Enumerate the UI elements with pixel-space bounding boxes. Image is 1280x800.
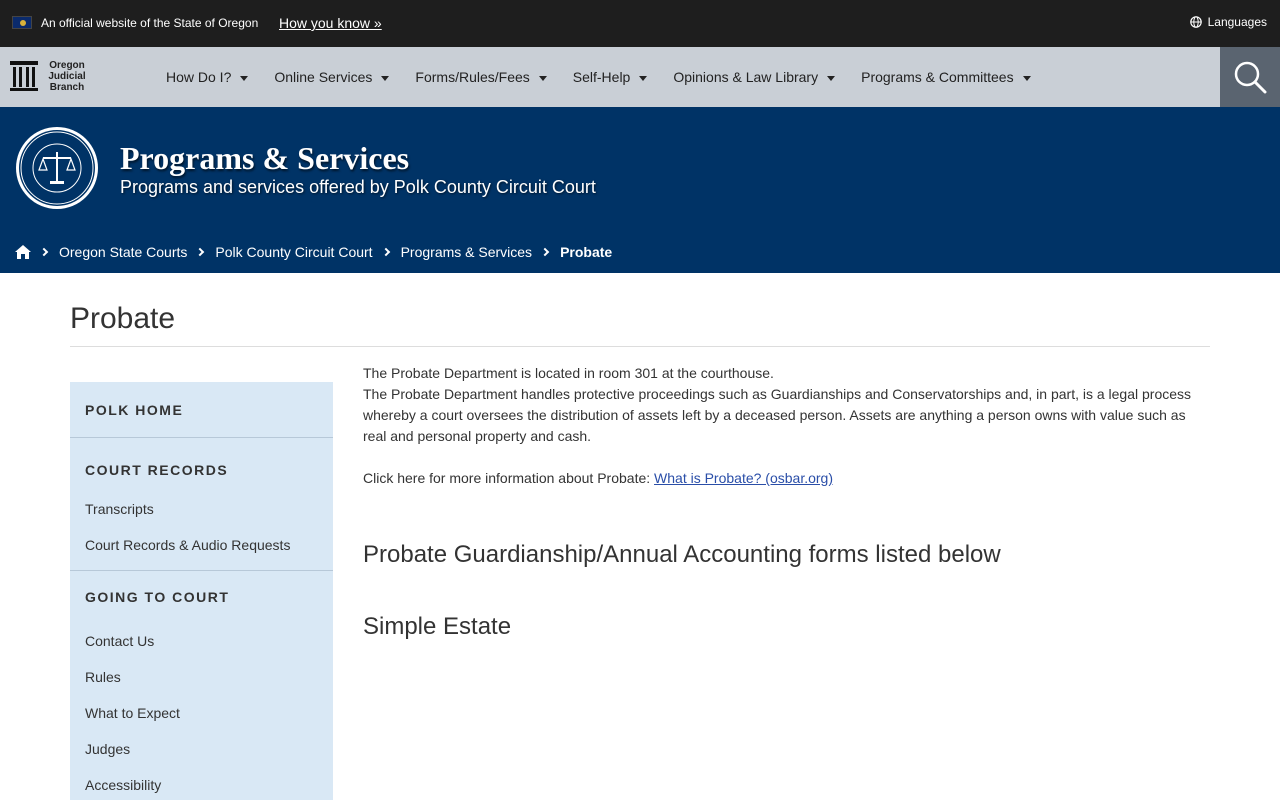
nav-item-online-services[interactable]: Online Services xyxy=(274,69,390,85)
more-info-paragraph: Click here for more information about Pr… xyxy=(363,468,1210,489)
what-is-probate-link[interactable]: What is Probate? (osbar.org) xyxy=(654,470,833,486)
ojd-logo[interactable]: Oregon Judicial Branch xyxy=(9,59,89,93)
search-button[interactable] xyxy=(1220,47,1280,107)
forms-heading: Probate Guardianship/Annual Accounting f… xyxy=(363,541,1001,568)
more-info-text: Click here for more information about Pr… xyxy=(363,470,655,486)
sidebar-item-accessibility[interactable]: Accessibility xyxy=(70,767,333,800)
chevron-right-icon xyxy=(196,247,205,257)
main-content: The Probate Department is located in roo… xyxy=(363,363,1210,640)
nav-item-opinions-law-library[interactable]: Opinions & Law Library xyxy=(673,69,836,85)
sidebar-item-court-records-audio[interactable]: Court Records & Audio Requests xyxy=(70,527,333,563)
main-navigation: Oregon Judicial Branch How Do I? Online … xyxy=(0,47,1280,107)
banner-title: Programs & Services xyxy=(120,140,410,176)
sidebar-item-contact-us[interactable]: Contact Us xyxy=(70,623,333,659)
page-banner: Programs & Services Programs and service… xyxy=(0,107,1280,273)
official-website-text: An official website of the State of Oreg… xyxy=(41,16,259,30)
nav-menu: How Do I? Online Services Forms/Rules/Fe… xyxy=(166,47,1057,107)
logo-text: Oregon Judicial Branch xyxy=(45,60,89,93)
chevron-right-icon xyxy=(39,247,49,257)
breadcrumb-programs-services[interactable]: Programs & Services xyxy=(401,244,532,260)
nav-item-self-help[interactable]: Self-Help xyxy=(573,69,648,85)
breadcrumb-oregon-state-courts[interactable]: Oregon State Courts xyxy=(59,244,187,260)
breadcrumb: Oregon State Courts Polk County Circuit … xyxy=(15,244,612,260)
nav-label: Opinions & Law Library xyxy=(673,69,819,85)
banner-subtitle: Programs and services offered by Polk Co… xyxy=(120,177,596,197)
home-icon[interactable] xyxy=(15,245,31,259)
title-divider xyxy=(70,346,1210,347)
search-icon xyxy=(1234,61,1267,94)
page-title: Probate xyxy=(70,302,176,335)
nav-label: Programs & Committees xyxy=(861,69,1014,85)
sidebar-item-what-to-expect[interactable]: What to Expect xyxy=(70,695,333,731)
sidebar-heading-court-records[interactable]: COURT RECORDS xyxy=(70,455,333,485)
globe-icon xyxy=(1189,16,1202,28)
location-paragraph: The Probate Department is located in roo… xyxy=(363,365,774,381)
oregon-flag-icon xyxy=(12,16,32,29)
description-paragraph: The Probate Department handles protectiv… xyxy=(363,386,1192,444)
sidebar-heading-polk-home[interactable]: POLK HOME xyxy=(70,382,333,438)
chevron-right-icon xyxy=(540,247,550,257)
sidebar-item-rules[interactable]: Rules xyxy=(70,659,333,695)
nav-label: Self-Help xyxy=(572,69,631,85)
breadcrumb-polk-county-circuit-court[interactable]: Polk County Circuit Court xyxy=(215,244,372,260)
breadcrumb-current: Probate xyxy=(560,244,613,260)
nav-label: Forms/Rules/Fees xyxy=(415,69,530,85)
languages-label: Languages xyxy=(1207,15,1267,29)
nav-item-forms-rules-fees[interactable]: Forms/Rules/Fees xyxy=(415,69,547,85)
caret-down-icon xyxy=(538,75,547,81)
sidebar-item-judges[interactable]: Judges xyxy=(70,731,333,767)
languages-button[interactable]: Languages xyxy=(1189,15,1267,29)
sidebar-item-transcripts[interactable]: Transcripts xyxy=(70,491,333,527)
logo-line-3: Branch xyxy=(49,81,85,93)
caret-down-icon xyxy=(827,75,836,81)
logo-line-2: Judicial xyxy=(48,70,86,82)
caret-down-icon xyxy=(1022,75,1031,81)
nav-item-programs-committees[interactable]: Programs & Committees xyxy=(861,69,1031,85)
sidebar: POLK HOME COURT RECORDS Transcripts Cour… xyxy=(70,382,333,800)
simple-estate-heading: Simple Estate xyxy=(363,613,512,640)
sidebar-heading-going-to-court[interactable]: GOING TO COURT xyxy=(70,587,333,607)
official-banner-bar: An official website of the State of Oreg… xyxy=(0,0,1280,47)
sidebar-section-going-to-court: GOING TO COURT Contact Us Rules What to … xyxy=(70,571,333,800)
nav-item-how-do-i[interactable]: How Do I? xyxy=(166,69,249,85)
sidebar-section-court-records: COURT RECORDS Transcripts Court Records … xyxy=(70,438,333,571)
pillar-logo-icon xyxy=(10,61,38,91)
judicial-department-seal-icon xyxy=(16,127,98,209)
caret-down-icon xyxy=(240,75,249,81)
nav-label: Online Services xyxy=(274,69,373,85)
caret-down-icon xyxy=(639,75,648,81)
chevron-right-icon xyxy=(381,247,390,257)
logo-line-1: Oregon xyxy=(49,59,85,71)
sidebar-section-polk-home: POLK HOME xyxy=(70,382,333,438)
caret-down-icon xyxy=(381,75,390,81)
how-you-know-link[interactable]: How you know » xyxy=(279,15,382,31)
nav-label: How Do I? xyxy=(166,69,232,85)
